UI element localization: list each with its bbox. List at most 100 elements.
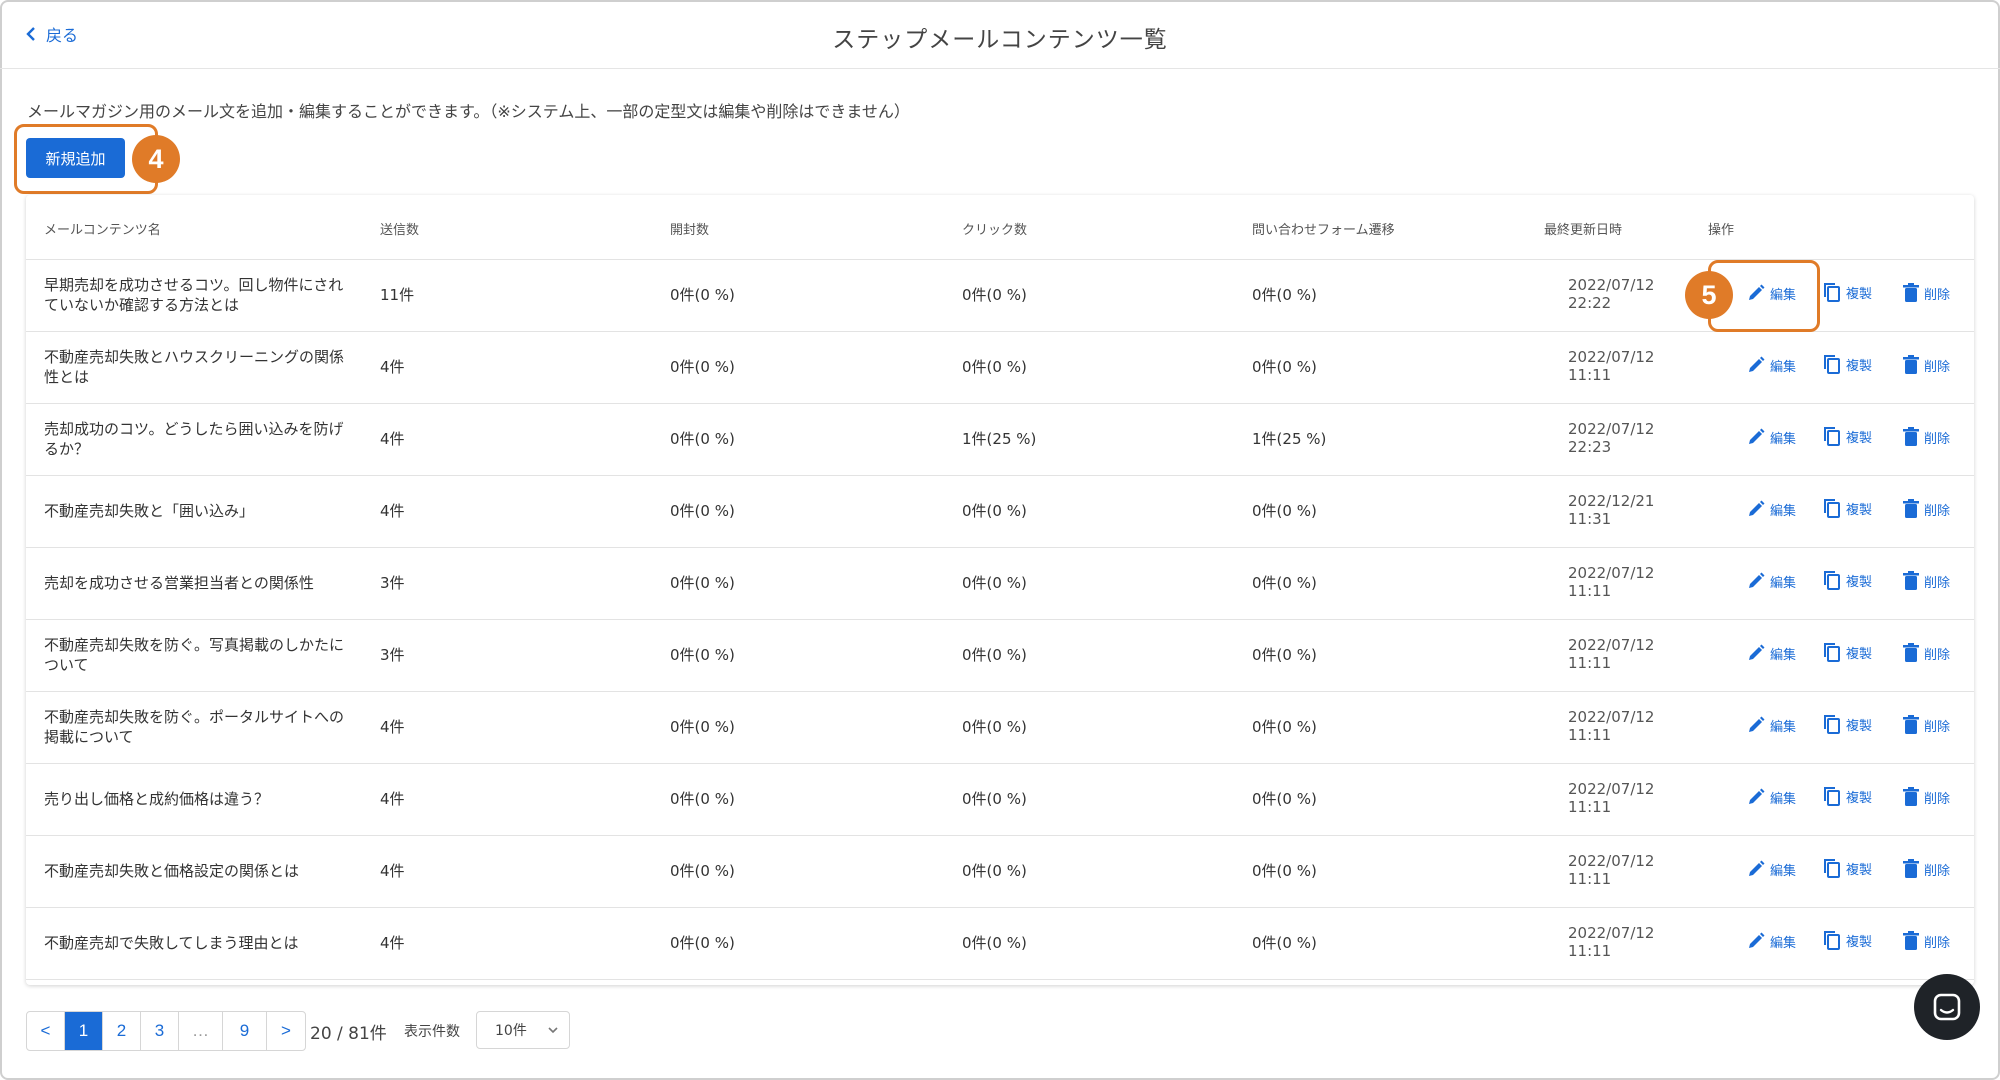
trash-icon	[1903, 643, 1919, 662]
delete-button[interactable]: 削除	[1902, 787, 1950, 807]
pencil-icon	[1749, 860, 1765, 876]
pencil-icon	[1749, 500, 1765, 516]
sent-count: 4件	[380, 358, 405, 376]
edit-button[interactable]: 編集	[1746, 787, 1796, 807]
pencil-icon	[1749, 572, 1765, 588]
copy-button[interactable]: 複製	[1822, 497, 1872, 519]
edit-label: 編集	[1770, 791, 1797, 807]
click-count: 0件(0 %)	[962, 790, 1027, 808]
chat-button[interactable]	[1914, 974, 1980, 1040]
content-name: 不動産売却失敗と「囲い込み」	[44, 502, 255, 520]
click-count: 1件(25 %)	[962, 430, 1037, 448]
form-transition-count: 0件(0 %)	[1252, 790, 1317, 808]
copy-button[interactable]: 複製	[1822, 353, 1872, 375]
next-page-button[interactable]: >	[267, 1012, 305, 1050]
sent-count: 4件	[380, 430, 405, 448]
copy-label: 複製	[1846, 790, 1873, 806]
edit-button[interactable]: 編集	[1746, 931, 1796, 951]
page-button[interactable]: 9	[223, 1012, 267, 1050]
delete-button[interactable]: 削除	[1902, 283, 1950, 303]
delete-button[interactable]: 削除	[1902, 643, 1950, 663]
delete-label: 削除	[1924, 287, 1951, 303]
copy-button[interactable]: 複製	[1822, 425, 1872, 447]
updated-date: 2022/07/12	[1568, 276, 1655, 294]
edit-button[interactable]: 編集	[1746, 859, 1796, 879]
delete-label: 削除	[1924, 863, 1951, 879]
updated-date: 2022/07/12	[1568, 924, 1655, 942]
copy-button[interactable]: 複製	[1822, 857, 1872, 879]
per-page-value: 10件	[495, 1023, 527, 1039]
trash-icon	[1903, 571, 1919, 590]
delete-button[interactable]: 削除	[1902, 355, 1950, 375]
delete-label: 削除	[1924, 503, 1951, 519]
form-transition-count: 0件(0 %)	[1252, 862, 1317, 880]
trash-icon	[1903, 715, 1919, 734]
copy-button[interactable]: 複製	[1822, 569, 1872, 591]
edit-button[interactable]: 編集	[1746, 499, 1796, 519]
updated-time: 11:11	[1568, 942, 1612, 960]
table-row: 売り出し価格と成約価格は違う？ 4件 0件(0 %) 0件(0 %) 0件(0 %) 20…	[26, 763, 1974, 836]
click-count: 0件(0 %)	[962, 358, 1027, 376]
sent-count: 4件	[380, 718, 405, 736]
page-button[interactable]: 3	[141, 1012, 179, 1050]
content-name: 売却成功のコツ。どうしたら囲い込みを防げるか？	[44, 420, 344, 458]
content-name: 早期売却を成功させるコツ。回し物件にされていないか確認する方法とは	[44, 276, 344, 314]
content-name: 不動産売却失敗と価格設定の関係とは	[44, 862, 300, 880]
copy-button[interactable]: 複製	[1822, 929, 1872, 951]
delete-button[interactable]: 削除	[1902, 499, 1950, 519]
per-page-label: 表示件数	[404, 1024, 460, 1040]
copy-button[interactable]: 複製	[1822, 281, 1872, 303]
form-transition-count: 0件(0 %)	[1252, 574, 1317, 592]
edit-label: 編集	[1770, 359, 1797, 375]
delete-button[interactable]: 削除	[1902, 931, 1950, 951]
edit-button[interactable]: 編集	[1746, 643, 1796, 663]
copy-label: 複製	[1846, 934, 1873, 950]
edit-label: 編集	[1770, 935, 1797, 951]
edit-button[interactable]: 編集	[1746, 571, 1796, 591]
prev-page-button[interactable]: <	[27, 1012, 65, 1050]
column-header: クリック数	[962, 223, 1028, 238]
trash-icon	[1903, 859, 1919, 878]
content-name: 売却を成功させる営業担当者との関係性	[44, 574, 314, 592]
updated-time: 11:31	[1568, 510, 1612, 528]
delete-button[interactable]: 削除	[1902, 427, 1950, 447]
table-row: 売却を成功させる営業担当者との関係性 3件 0件(0 %) 0件(0 %) 0件(0 %…	[26, 547, 1974, 620]
page-button[interactable]: 2	[103, 1012, 141, 1050]
updated-time: 11:11	[1568, 366, 1612, 384]
delete-button[interactable]: 削除	[1902, 715, 1950, 735]
copy-button[interactable]: 複製	[1822, 641, 1872, 663]
edit-button[interactable]: 編集	[1746, 427, 1796, 447]
updated-date: 2022/07/12	[1568, 708, 1655, 726]
per-page-select[interactable]: 10件	[476, 1011, 570, 1049]
delete-label: 削除	[1924, 719, 1951, 735]
click-count: 0件(0 %)	[962, 646, 1027, 664]
delete-button[interactable]: 削除	[1902, 571, 1950, 591]
copy-icon	[1824, 715, 1840, 734]
pencil-icon	[1749, 644, 1765, 660]
copy-button[interactable]: 複製	[1822, 785, 1872, 807]
callout-badge-4: 4	[132, 135, 180, 183]
click-count: 0件(0 %)	[962, 934, 1027, 952]
form-transition-count: 1件(25 %)	[1252, 430, 1327, 448]
delete-label: 削除	[1924, 791, 1951, 807]
table-row: 不動産売却失敗と「囲い込み」 4件 0件(0 %) 0件(0 %) 0件(0 %) 202…	[26, 475, 1974, 548]
open-count: 0件(0 %)	[670, 646, 735, 664]
edit-button[interactable]: 編集	[1746, 355, 1796, 375]
page-button[interactable]: 1	[65, 1012, 103, 1050]
edit-button[interactable]: 編集	[1746, 715, 1796, 735]
sent-count: 11件	[380, 286, 415, 304]
copy-icon	[1824, 427, 1840, 446]
updated-time: 11:11	[1568, 798, 1612, 816]
click-count: 0件(0 %)	[962, 286, 1027, 304]
copy-button[interactable]: 複製	[1822, 713, 1872, 735]
trash-icon	[1903, 499, 1919, 518]
content-name: 不動産売却で失敗してしまう理由とは	[44, 934, 299, 952]
callout-badge-5: 5	[1685, 271, 1733, 319]
top-bar: 戻る ステップメールコンテンツ一覧	[0, 0, 2000, 69]
content-name: 不動産売却失敗を防ぐ。写真掲載のしかたについて	[44, 636, 345, 674]
sent-count: 3件	[380, 646, 405, 664]
edit-label: 編集	[1770, 863, 1797, 879]
delete-button[interactable]: 削除	[1902, 859, 1950, 879]
column-header: 問い合わせフォーム遷移	[1252, 223, 1395, 238]
click-count: 0件(0 %)	[962, 862, 1027, 880]
